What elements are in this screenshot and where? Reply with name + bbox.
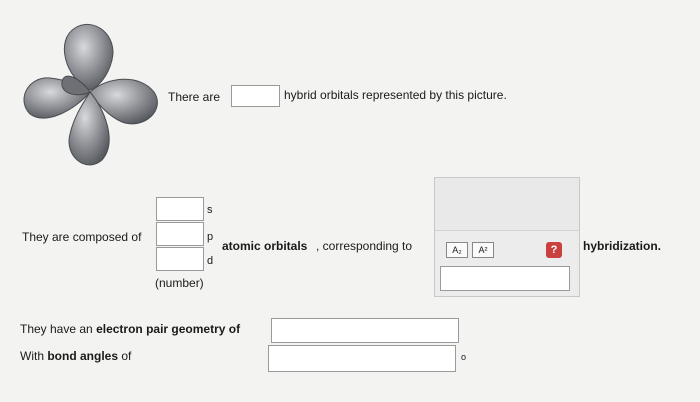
q1-prefix: There are	[168, 90, 221, 104]
hybridization-input[interactable]	[440, 266, 570, 291]
q3-bold-text: electron pair geometry	[96, 322, 226, 336]
d-orbital-count-input[interactable]	[156, 247, 204, 271]
q4-text: With	[20, 349, 44, 363]
label-d: d	[207, 255, 214, 267]
q3-prefix: They have an electron pair geometry of	[20, 322, 240, 336]
number-note: (number)	[155, 276, 204, 290]
label-s: s	[207, 204, 213, 216]
q4-prefix: With bond angles of	[20, 349, 131, 363]
q4-bold-text: bond angles	[47, 349, 119, 363]
hybrid-orbitals-count-input[interactable]	[231, 85, 280, 107]
panel-preview	[435, 178, 579, 231]
label-p: p	[207, 231, 214, 243]
bond-angle-input[interactable]	[268, 345, 456, 372]
q2-prefix: They are composed of	[22, 230, 142, 244]
help-icon[interactable]: ?	[546, 242, 562, 258]
degree-unit: o	[461, 352, 467, 362]
hybrid-orbitals-image	[23, 23, 158, 166]
q3-end-text: of	[228, 322, 241, 336]
q4-end-text: of	[121, 349, 132, 363]
electron-pair-geometry-input[interactable]	[271, 318, 459, 343]
q1-suffix: hybrid orbitals represented by this pict…	[284, 88, 507, 102]
hybridization-label: hybridization.	[583, 239, 661, 253]
p-orbital-count-input[interactable]	[156, 222, 204, 246]
subscript-button[interactable]: A₂	[446, 242, 468, 258]
corresponding-label: , corresponding to	[316, 239, 413, 253]
s-orbital-count-input[interactable]	[156, 197, 204, 221]
q3-text: They have an	[20, 322, 93, 336]
superscript-button[interactable]: A²	[472, 242, 494, 258]
atomic-orbitals-label: atomic orbitals	[222, 239, 308, 253]
